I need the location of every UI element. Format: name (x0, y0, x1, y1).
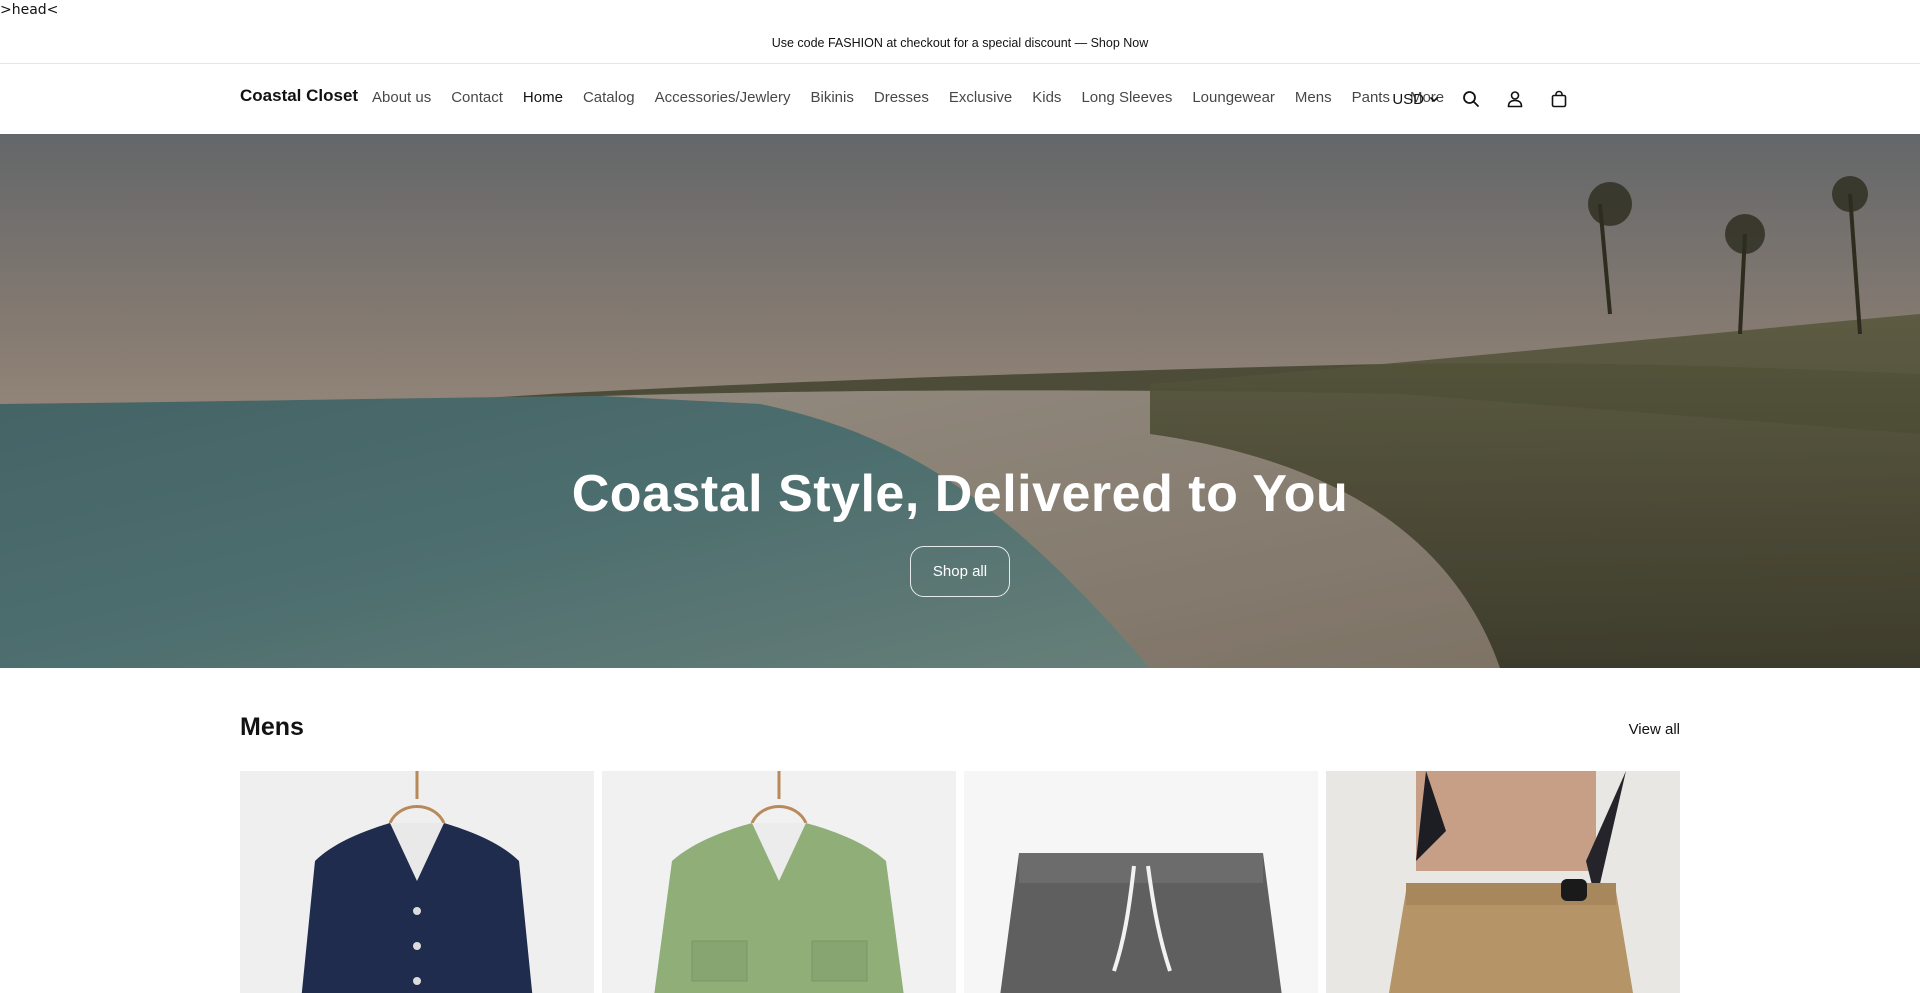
nav-item-exclusive[interactable]: Exclusive (949, 89, 1012, 106)
shop-all-button[interactable]: Shop all (909, 546, 1011, 597)
announcement-bar: Use code FASHION at checkout for a speci… (0, 22, 1920, 64)
currency-selector[interactable]: USD (1392, 91, 1440, 108)
nav-item-dresses[interactable]: Dresses (874, 89, 929, 106)
grey-shorts-image (964, 771, 1318, 993)
navy-shirt-image (240, 771, 594, 993)
search-button[interactable] (1458, 86, 1484, 112)
nav-item-mens[interactable]: Mens (1295, 89, 1332, 106)
green-shirt-image (602, 771, 956, 993)
nav-item-contact[interactable]: Contact (451, 89, 503, 106)
site-logo[interactable]: Coastal Closet (240, 86, 358, 106)
collection-title: Mens (240, 713, 304, 741)
product-card-grey-shorts[interactable] (964, 771, 1318, 993)
cart-icon (1551, 90, 1567, 108)
nav-item-bikinis[interactable]: Bikinis (811, 89, 854, 106)
product-grid (240, 771, 1680, 993)
nav-item-accessories-jewlery[interactable]: Accessories/Jewlery (655, 89, 791, 106)
nav-item-long-sleeves[interactable]: Long Sleeves (1081, 89, 1172, 106)
main-nav: About us Contact Home Catalog Accessorie… (372, 89, 1464, 106)
account-icon (1507, 91, 1523, 108)
product-card-khaki-pants[interactable] (1326, 771, 1680, 993)
hero-banner: Coastal Style, Delivered to You Shop all (0, 134, 1920, 668)
product-card-navy-shirt[interactable] (240, 771, 594, 993)
nav-item-kids[interactable]: Kids (1032, 89, 1061, 106)
hero-content: Coastal Style, Delivered to You Shop all (0, 464, 1920, 597)
nav-item-loungewear[interactable]: Loungewear (1192, 89, 1275, 106)
announcement-link[interactable]: Use code FASHION at checkout for a speci… (772, 36, 1149, 50)
product-card-green-shirt[interactable] (602, 771, 956, 993)
currency-label: USD (1392, 90, 1424, 108)
search-icon (1463, 91, 1479, 107)
hero-title: Coastal Style, Delivered to You (571, 465, 1349, 523)
view-all-link[interactable]: View all (1629, 721, 1680, 738)
nav-item-home[interactable]: Home (523, 89, 563, 106)
cart-button[interactable] (1546, 86, 1572, 112)
chevron-down-icon (1429, 96, 1439, 103)
stray-head-text: >head< (0, 2, 59, 18)
nav-item-about-us[interactable]: About us (372, 89, 431, 106)
khaki-pants-image (1326, 771, 1680, 993)
site-header: Coastal Closet About us Contact Home Cat… (0, 64, 1920, 134)
nav-item-pants[interactable]: Pants (1352, 89, 1390, 106)
nav-item-catalog[interactable]: Catalog (583, 89, 635, 106)
header-icons: USD (1392, 86, 1572, 112)
account-button[interactable] (1502, 86, 1528, 112)
